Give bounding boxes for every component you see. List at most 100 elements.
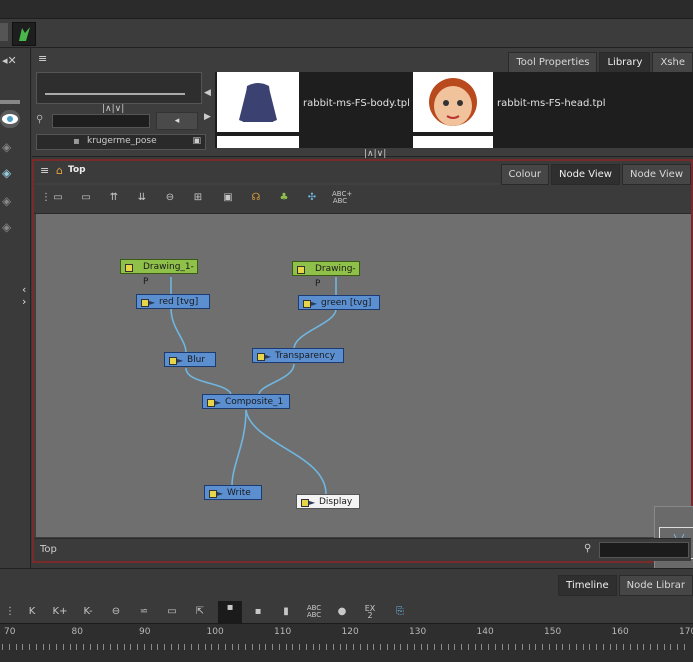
composite-icon[interactable]: ✣: [304, 191, 320, 205]
tab-node-library[interactable]: Node Librar: [618, 575, 693, 596]
group-icon[interactable]: ⊞: [190, 191, 206, 205]
tab-tool-properties[interactable]: Tool Properties: [508, 52, 598, 73]
chevron-left-icon[interactable]: ◀: [204, 88, 211, 98]
ruler-tick: [164, 644, 165, 650]
node-port[interactable]: [141, 299, 149, 307]
ruler-tick: [157, 644, 159, 650]
ruler-tick: [258, 644, 260, 650]
thumbnail-partial[interactable]: [217, 136, 299, 148]
node-port[interactable]: [297, 266, 305, 274]
tab-xsheet[interactable]: Xshe: [652, 52, 693, 73]
expand-arrow-icon[interactable]: ►: [149, 295, 155, 310]
panel-menu-icon[interactable]: ≡: [40, 164, 49, 177]
timeline-ruler[interactable]: 70 80 90 100 110 120 130 140 150 160 170: [0, 623, 693, 662]
close-icon[interactable]: ▣: [192, 136, 201, 146]
chevron-right-icon[interactable]: ▶: [204, 112, 211, 122]
body-template-thumbnail[interactable]: [217, 72, 299, 132]
node-write[interactable]: ► Write: [204, 485, 262, 500]
display-icon[interactable]: ▣: [220, 191, 236, 205]
node-port[interactable]: [125, 264, 133, 272]
nav-left-button[interactable]: ◂: [156, 112, 198, 130]
tab-timeline[interactable]: Timeline: [558, 575, 617, 596]
splitter-handle-icon[interactable]: |∧|∨|: [102, 104, 124, 114]
head-template-thumbnail[interactable]: [413, 72, 493, 132]
tab-colour[interactable]: Colour: [500, 164, 549, 185]
node-port[interactable]: [169, 357, 177, 365]
folder-list-item[interactable]: ▪ krugerme_pose ▣: [36, 134, 206, 150]
collapse-arrows-icon[interactable]: ‹ ›: [22, 284, 26, 308]
node-port[interactable]: [209, 490, 217, 498]
node-search-input[interactable]: [599, 542, 689, 558]
tab-node-view-2[interactable]: Node View: [621, 164, 691, 185]
remove-keyframe-icon[interactable]: K-: [80, 605, 96, 619]
disable-icon[interactable]: ⊖: [108, 605, 124, 619]
disable-icon[interactable]: ⊖: [162, 191, 178, 205]
eye-icon[interactable]: [0, 110, 20, 128]
frame-selected-icon[interactable]: ▪: [218, 601, 242, 623]
stop-motion-icon[interactable]: ⋍: [136, 605, 152, 619]
harmony-logo-icon[interactable]: [12, 22, 36, 46]
frame-small-icon[interactable]: ▪: [250, 605, 266, 619]
node-port[interactable]: [301, 499, 309, 507]
move-up-icon[interactable]: ⇈: [106, 191, 122, 205]
progress-line: [45, 93, 185, 95]
move-icon[interactable]: ⇱: [192, 605, 208, 619]
expand-arrow-icon[interactable]: ►: [265, 349, 271, 364]
library-search-input[interactable]: [52, 114, 150, 128]
toolbar-handle[interactable]: [0, 23, 8, 41]
motion-icon[interactable]: ▭: [164, 605, 180, 619]
expand-arrow-icon[interactable]: ►: [215, 395, 221, 410]
peg-icon[interactable]: ☊: [248, 191, 264, 205]
node-view-panel: ≡ ⌂ Top Colour Node View Node View ⋮ ▭ ▭…: [32, 159, 693, 590]
ruler-tick: [569, 644, 570, 650]
node-drawing-1[interactable]: Drawing_1-P: [120, 259, 198, 287]
layers-icon[interactable]: ◈: [2, 220, 11, 234]
paste-icon[interactable]: ⎘: [392, 605, 408, 619]
exposure-icon[interactable]: EX 2: [362, 605, 378, 620]
layers-selected-icon[interactable]: ◈: [2, 166, 11, 180]
node-port[interactable]: [303, 300, 311, 308]
ruler-tick: [96, 644, 98, 650]
node-composite[interactable]: ► Composite_1: [202, 394, 290, 409]
expand-arrow-icon[interactable]: ►: [309, 495, 315, 510]
node-transparency[interactable]: ► Transparency: [252, 348, 344, 363]
layers-icon[interactable]: ◈: [2, 194, 11, 208]
close-icon[interactable]: ◂✕: [2, 54, 17, 67]
thumbnail-partial[interactable]: [413, 136, 493, 148]
home-icon[interactable]: ⌂: [56, 164, 63, 177]
drawing-icon[interactable]: ♣: [276, 191, 292, 205]
node-port[interactable]: [207, 399, 215, 407]
expand-arrow-icon[interactable]: ►: [311, 296, 317, 311]
splitter-handle-icon[interactable]: |∧|∨|: [364, 149, 386, 159]
breadcrumb[interactable]: Top: [68, 165, 86, 175]
frame-large-icon[interactable]: ▮: [278, 605, 294, 619]
add-keyframe-icon[interactable]: K+: [52, 605, 68, 619]
panel-menu-icon[interactable]: ≡: [38, 52, 47, 65]
ruler-tick: [56, 644, 57, 650]
preview-icon[interactable]: ▭: [50, 191, 66, 205]
ruler-label: 120: [341, 627, 359, 637]
keyframe-icon[interactable]: K: [24, 605, 40, 619]
node-green-tvg[interactable]: ► green [tvg]: [298, 295, 380, 310]
node-red-tvg[interactable]: ► red [tvg]: [136, 294, 210, 309]
node-port[interactable]: [257, 353, 265, 361]
move-down-icon[interactable]: ⇊: [134, 191, 150, 205]
layers-icon[interactable]: ◈: [2, 140, 11, 154]
text-abc-icon[interactable]: ABC+ ABC: [332, 191, 352, 205]
text-abc-icon[interactable]: ABC ABC: [306, 605, 322, 619]
node-label: Blur: [187, 355, 206, 365]
node-drawing-2[interactable]: Drawing-P: [292, 261, 360, 289]
tab-node-view[interactable]: Node View: [550, 164, 620, 185]
node-display[interactable]: ► Display: [296, 494, 360, 509]
ruler-tick: [245, 644, 246, 650]
expand-arrow-icon[interactable]: ►: [177, 353, 183, 368]
ruler-tick: [636, 644, 638, 650]
node-graph-canvas[interactable]: Drawing_1-P ► red [tvg] Drawing-P ► gree…: [36, 214, 693, 590]
node-blur[interactable]: ► Blur: [164, 352, 216, 367]
expand-arrow-icon[interactable]: ►: [217, 486, 223, 501]
toolbar-handle[interactable]: ⋮: [2, 605, 18, 619]
tab-library[interactable]: Library: [599, 52, 651, 73]
library-tree[interactable]: [36, 72, 202, 104]
enable-icon[interactable]: ▭: [78, 191, 94, 205]
circle-icon[interactable]: ●: [334, 605, 350, 619]
